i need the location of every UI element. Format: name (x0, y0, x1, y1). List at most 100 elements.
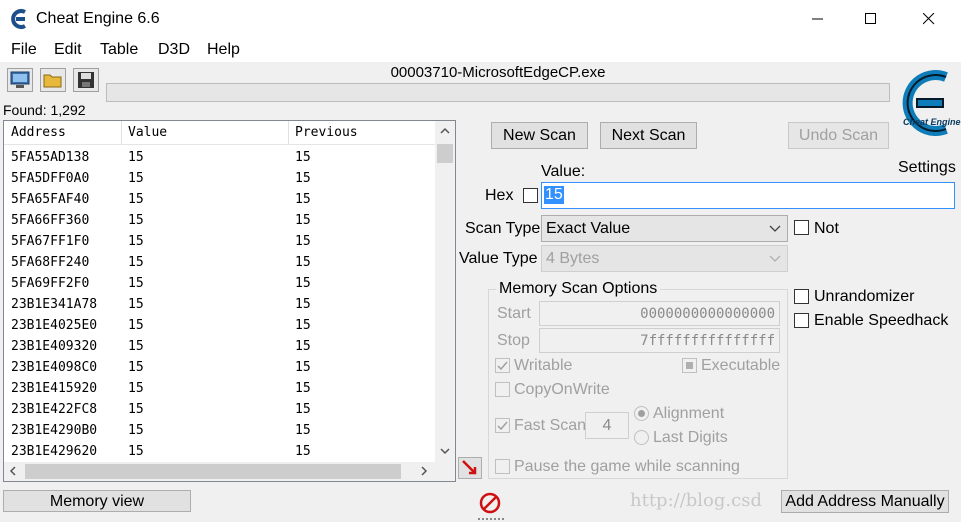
cell-value: 15 (128, 381, 144, 396)
new-scan-button[interactable]: New Scan (491, 122, 588, 149)
vertical-scrollbar[interactable] (435, 121, 455, 462)
cell-previous: 15 (295, 318, 311, 333)
alignment-label: Alignment (653, 405, 725, 422)
table-row[interactable]: 5FA67FF1F0 15 15 (4, 231, 435, 252)
scroll-left-icon[interactable] (9, 466, 17, 477)
table-row[interactable]: 5FA55AD138 15 15 (4, 147, 435, 168)
column-previous[interactable]: Previous (295, 125, 358, 140)
table-row[interactable]: 23B1E429620 15 15 (4, 441, 435, 462)
menu-table[interactable]: Table (100, 41, 138, 59)
menu-bar (0, 38, 961, 62)
minimize-button[interactable] (795, 0, 841, 38)
table-row[interactable]: 23B1E4290B0 15 15 (4, 420, 435, 441)
unrandomizer-checkbox[interactable] (794, 289, 809, 304)
value-input[interactable]: 15 (541, 182, 955, 209)
fast-scan-alignment-field[interactable]: 4 (585, 412, 629, 439)
table-row[interactable]: 5FA68FF240 15 15 (4, 252, 435, 273)
table-row[interactable]: 5FA5DFF0A0 15 15 (4, 168, 435, 189)
table-row[interactable]: 23B1E409320 15 15 (4, 336, 435, 357)
stop-address-field[interactable]: 7fffffffffffffff (539, 328, 780, 353)
copy-on-write-label: CopyOnWrite (514, 381, 610, 398)
column-divider[interactable] (288, 121, 289, 145)
cell-previous: 15 (295, 150, 311, 165)
value-type-select[interactable]: 4 Bytes (541, 245, 788, 272)
check-icon (497, 361, 508, 371)
writable-checkbox[interactable] (495, 358, 510, 373)
menu-help[interactable]: Help (207, 41, 240, 59)
cell-address: 23B1E429620 (11, 444, 98, 459)
vertical-scroll-thumb[interactable] (437, 144, 453, 163)
table-row[interactable]: 23B1E4098C0 15 15 (4, 357, 435, 378)
cell-address: 23B1E4025E0 (11, 318, 98, 333)
cell-value: 15 (128, 150, 144, 165)
chevron-down-icon (769, 255, 781, 262)
alignment-radio[interactable] (634, 406, 649, 421)
scan-type-select[interactable]: Exact Value (541, 215, 788, 242)
undo-scan-button[interactable]: Undo Scan (788, 122, 889, 149)
column-address[interactable]: Address (11, 125, 66, 140)
select-process-button[interactable] (7, 68, 33, 92)
scroll-corner (435, 462, 455, 481)
process-name: 00003710-MicrosoftEdgeCP.exe (390, 64, 606, 81)
next-scan-button[interactable]: Next Scan (600, 122, 697, 149)
cell-address: 23B1E409320 (11, 339, 98, 354)
scroll-down-icon[interactable] (440, 447, 450, 455)
cell-address: 5FA66FF360 (11, 213, 90, 228)
last-digits-radio[interactable] (634, 430, 649, 445)
cell-value: 15 (128, 213, 144, 228)
cell-previous: 15 (295, 192, 311, 207)
hex-label: Hex (485, 187, 514, 204)
memory-view-button[interactable]: Memory view (3, 490, 191, 512)
indeterminate-mark (686, 362, 693, 369)
results-list[interactable]: Address Value Previous 5FA55AD138 15 15 5FA… (3, 120, 456, 482)
cell-value: 15 (128, 234, 144, 249)
window-title: Cheat Engine 6.6 (36, 10, 160, 27)
copy-on-write-checkbox[interactable] (495, 382, 510, 397)
save-button[interactable] (73, 68, 99, 92)
start-address-field[interactable]: 0000000000000000 (539, 301, 780, 326)
open-file-button[interactable] (40, 68, 66, 92)
cheat-engine-logo[interactable] (894, 63, 960, 159)
cell-address: 23B1E415920 (11, 381, 98, 396)
fast-scan-checkbox[interactable] (495, 418, 510, 433)
scroll-right-icon[interactable] (420, 466, 428, 477)
menu-file[interactable]: File (11, 41, 37, 59)
table-row[interactable]: 23B1E415920 15 15 (4, 378, 435, 399)
table-row[interactable]: 5FA69FF2F0 15 15 (4, 273, 435, 294)
column-divider[interactable] (121, 121, 122, 145)
table-row[interactable]: 5FA65FAF40 15 15 (4, 189, 435, 210)
cell-value: 15 (128, 171, 144, 186)
table-row[interactable]: 23B1E341A78 15 15 (4, 294, 435, 315)
speedhack-checkbox[interactable] (794, 313, 809, 328)
stop-icon[interactable] (479, 492, 501, 514)
table-row[interactable]: 5FA66FF360 15 15 (4, 210, 435, 231)
pause-game-checkbox[interactable] (495, 459, 510, 474)
cell-previous: 15 (295, 255, 311, 270)
horizontal-scroll-thumb[interactable] (25, 464, 401, 479)
close-button[interactable] (906, 0, 952, 38)
scan-type-label: Scan Type (465, 220, 541, 237)
resize-grip[interactable] (478, 518, 504, 521)
add-to-list-button[interactable] (458, 457, 482, 479)
cell-previous: 15 (295, 423, 311, 438)
hex-checkbox[interactable] (523, 188, 538, 203)
menu-d3d[interactable]: D3D (158, 41, 190, 59)
cell-value: 15 (128, 192, 144, 207)
horizontal-scrollbar[interactable] (4, 462, 435, 481)
maximize-button[interactable] (848, 0, 894, 38)
red-arrow-icon (462, 460, 477, 475)
cell-value: 15 (128, 360, 144, 375)
scroll-up-icon[interactable] (440, 127, 450, 135)
cell-value: 15 (128, 339, 144, 354)
not-checkbox[interactable] (794, 220, 809, 235)
select-process-icon (10, 71, 30, 88)
add-address-manually-button[interactable]: Add Address Manually (781, 490, 949, 513)
cell-previous: 15 (295, 444, 311, 459)
column-value[interactable]: Value (128, 125, 167, 140)
settings-label[interactable]: Settings (898, 159, 956, 177)
table-row[interactable]: 23B1E4025E0 15 15 (4, 315, 435, 336)
stop-label: Stop (497, 332, 530, 349)
menu-edit[interactable]: Edit (54, 41, 82, 59)
table-row[interactable]: 23B1E422FC8 15 15 (4, 399, 435, 420)
executable-checkbox[interactable] (682, 358, 697, 373)
